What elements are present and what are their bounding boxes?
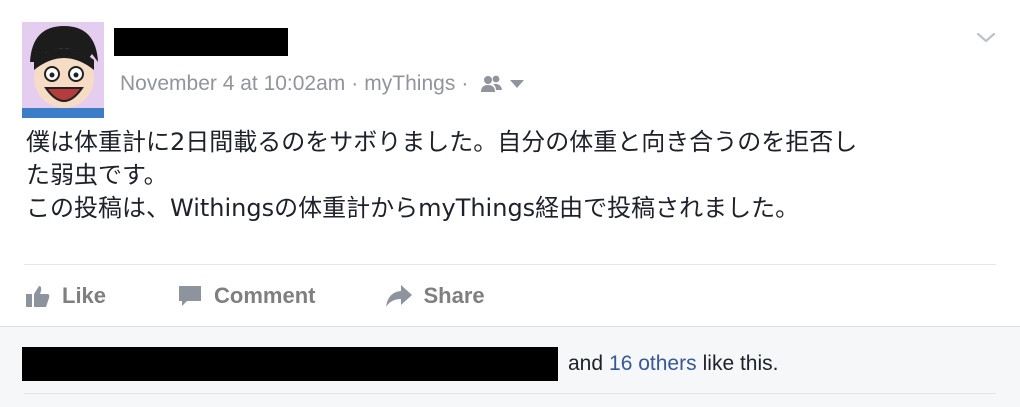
avatar-image — [22, 22, 104, 118]
likers-names[interactable] — [22, 347, 558, 381]
likes-and-text: and — [568, 352, 604, 375]
post-card: November 4 at 10:02am · myThings · 僕は体重計… — [0, 0, 1020, 407]
chevron-down-icon[interactable] — [974, 26, 998, 50]
like-label: Like — [62, 283, 107, 308]
app-name[interactable]: myThings — [364, 72, 455, 96]
post-message: 僕は体重計に2日間載るのをサボりました。自分の体重と向き合うのを拒否し た弱虫で… — [26, 126, 1001, 225]
thumbs-up-icon — [24, 282, 52, 310]
caret-down-icon — [510, 80, 525, 88]
comment-icon — [176, 282, 204, 310]
meta-separator-2: · — [461, 72, 469, 95]
post-meta: November 4 at 10:02am · myThings · — [120, 70, 526, 98]
divider — [24, 264, 996, 265]
comment-button[interactable]: Comment — [176, 282, 315, 310]
post-timestamp[interactable]: November 4 at 10:02am — [120, 72, 345, 96]
comment-label: Comment — [214, 283, 316, 308]
share-label: Share — [423, 283, 485, 308]
divider — [24, 393, 996, 394]
likes-suffix: like this. — [702, 352, 779, 375]
avatar[interactable] — [22, 22, 104, 118]
author-name[interactable] — [114, 28, 288, 56]
meta-separator: · — [351, 72, 359, 95]
post-text-line: 僕は体重計に2日間載るのをサボりました。自分の体重と向き合うのを拒否し — [26, 128, 858, 156]
share-icon — [385, 282, 413, 310]
post-text-line: この投稿は、Withingsの体重計からmyThings経由で投稿されました。 — [26, 194, 800, 222]
post-actions: Like Comment Share — [24, 278, 555, 314]
audience-selector[interactable] — [480, 74, 526, 94]
share-button[interactable]: Share — [385, 282, 485, 310]
friends-icon — [481, 75, 503, 92]
post-text-line: た弱虫です。 — [26, 161, 168, 189]
likes-section: and 16 others like this. — [0, 326, 1020, 407]
like-button[interactable]: Like — [24, 282, 106, 310]
likes-others-link[interactable]: 16 others — [609, 352, 697, 376]
likes-summary: and 16 others like this. — [568, 349, 778, 379]
